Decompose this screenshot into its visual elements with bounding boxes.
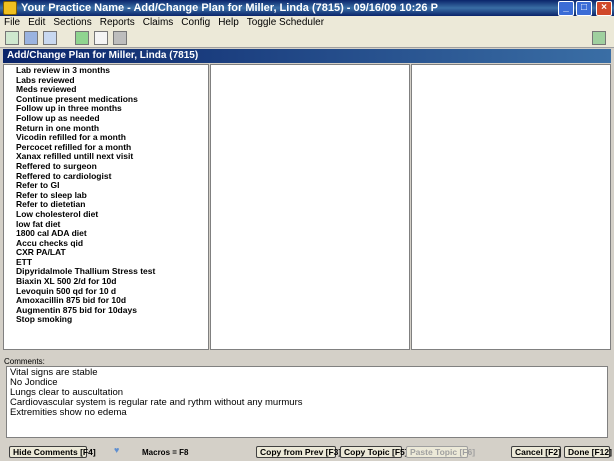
comments-textarea[interactable]: Vital signs are stable No Jondice Lungs cl… [6, 366, 608, 438]
menu-help[interactable]: Help [214, 17, 243, 28]
menu-toggle-scheduler[interactable]: Toggle Scheduler [243, 17, 328, 28]
secondary-plan-pane[interactable] [411, 64, 611, 350]
plan-list-pane[interactable]: Lab review in 3 months Labs reviewed Meds … [3, 64, 209, 350]
macros-label: Macros = F8 [142, 448, 189, 457]
done-button[interactable]: Done [F12] [564, 446, 612, 458]
menu-reports[interactable]: Reports [96, 17, 139, 28]
title-bar: Your Practice Name - Add/Change Plan for… [0, 0, 614, 16]
toolbar [0, 29, 614, 48]
minimize-icon[interactable]: _ [558, 1, 574, 16]
paste-topic-button[interactable]: Paste Topic [F6] [406, 446, 475, 458]
menu-file[interactable]: File [0, 17, 24, 28]
app-icon [3, 1, 17, 15]
selected-plan-pane[interactable] [210, 64, 410, 350]
maximize-icon[interactable]: □ [576, 1, 592, 16]
menu-edit[interactable]: Edit [24, 17, 49, 28]
next-icon[interactable] [75, 31, 89, 45]
print-icon[interactable] [113, 31, 127, 45]
new-document-icon[interactable] [5, 31, 19, 45]
menu-bar: File Edit Sections Reports Claims Config… [0, 16, 614, 29]
close-icon[interactable]: × [596, 1, 612, 16]
plan-list-item[interactable]: CXR PA/LAT [16, 248, 208, 258]
heart-icon[interactable]: ♥ [114, 445, 119, 455]
plan-list: Lab review in 3 months Labs reviewed Meds … [4, 65, 208, 325]
comment-line: Extremities show no edema [10, 407, 127, 418]
copy-from-prev-button[interactable]: Copy from Prev [F3] [256, 446, 341, 458]
cancel-button[interactable]: Cancel [F2] [511, 446, 561, 458]
plan-list-item[interactable]: Stop smoking [16, 315, 208, 325]
dialog-header: Add/Change Plan for Miller, Linda (7815) [3, 49, 611, 63]
window-controls: _ □ × [558, 1, 612, 16]
copy-topic-button[interactable]: Copy Topic [F5] [340, 446, 408, 458]
menu-config[interactable]: Config [177, 17, 214, 28]
menu-sections[interactable]: Sections [49, 17, 95, 28]
hide-comments-button[interactable]: Hide Comments [F4] [9, 446, 96, 458]
comment-line: Vital signs are stable [10, 367, 98, 378]
save-icon[interactable] [24, 31, 38, 45]
window-title: Your Practice Name - Add/Change Plan for… [21, 2, 438, 14]
comments-label: Comments: [4, 357, 45, 366]
export-icon[interactable] [592, 31, 606, 45]
copy-icon[interactable] [94, 31, 108, 45]
menu-claims[interactable]: Claims [139, 17, 178, 28]
disk-icon[interactable] [43, 31, 57, 45]
